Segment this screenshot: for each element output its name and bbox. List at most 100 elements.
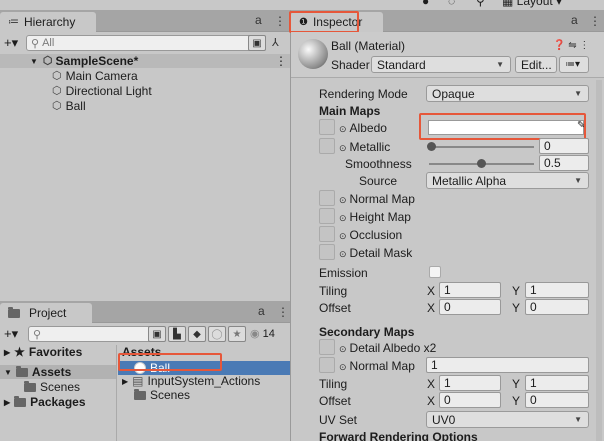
edit-shader-button[interactable]: Edit... (515, 56, 557, 73)
scene-menu-icon[interactable]: ⋮ (275, 54, 287, 68)
occlusion-texture-slot[interactable] (319, 226, 335, 242)
smoothness-value-field[interactable]: 0.5 (539, 155, 589, 171)
search-by-label-icon[interactable]: ▙ (168, 326, 186, 342)
smoothness-slider-knob[interactable] (477, 159, 486, 168)
create-button[interactable]: +▾ (4, 326, 18, 342)
search-by-type-icon[interactable]: ▣ (148, 326, 166, 342)
occlusion-label: Occlusion (349, 227, 403, 242)
label-filter-icon[interactable]: ◆ (188, 326, 206, 342)
secondary-normal-scale-field[interactable]: 1 (426, 357, 589, 373)
gameobject-icon: ⬡ (52, 69, 62, 82)
offset-x-field[interactable]: 0 (439, 299, 501, 315)
sidebar-item-scenes[interactable]: Scenes (0, 380, 116, 394)
secondary-maps-label: Secondary Maps (319, 324, 415, 339)
folder-icon (14, 395, 27, 407)
expand-icon[interactable]: ▶ (4, 348, 10, 357)
secondary-offset-y-field[interactable]: 0 (525, 392, 589, 408)
sidebar-item-packages[interactable]: ▶ Packages (0, 395, 116, 409)
hierarchy-item[interactable]: ⬡ Ball (0, 99, 292, 113)
tiling-y-field[interactable]: 1 (525, 282, 589, 298)
source-row: Source Metallic Alpha ▼ (319, 172, 589, 189)
settings-sliders-icon[interactable]: ⇋ (568, 40, 576, 51)
secondary-maps-header: Secondary Maps (319, 323, 588, 340)
tab-hierarchy[interactable]: ≔ Hierarchy (0, 12, 96, 32)
folder-icon (24, 380, 36, 392)
material-header-icons[interactable]: ❓ ⇋ ⋮ (553, 40, 589, 51)
hidden-packages-toggle[interactable]: ◉ 14 (250, 327, 275, 340)
favorite-star-icon[interactable]: ★ (228, 326, 246, 342)
detail-mask-texture-slot[interactable] (319, 244, 335, 260)
sort-icon[interactable]: ⅄ (272, 36, 279, 49)
metallic-slider-knob[interactable] (427, 142, 436, 151)
file-row-scenes[interactable]: Scenes (118, 388, 292, 402)
header-menu-icon[interactable]: ⋮ (579, 40, 589, 51)
sidebar-item-favorites[interactable]: ▶ ★ Favorites (0, 345, 116, 359)
metallic-texture-slot[interactable] (319, 138, 335, 154)
property-dot-icon: ⊙ (339, 248, 347, 259)
normal-map-texture-slot[interactable] (319, 190, 335, 206)
height-map-texture-slot[interactable] (319, 208, 335, 224)
hidden-count: 14 (262, 328, 275, 340)
rendering-mode-dropdown[interactable]: Opaque ▼ (426, 85, 589, 102)
metallic-slider-track[interactable] (429, 146, 534, 148)
height-map-label: Height Map (349, 209, 411, 224)
emission-checkbox[interactable] (429, 266, 441, 278)
metallic-value-field[interactable]: 0 (539, 138, 589, 154)
tiling-x-field[interactable]: 1 (439, 282, 501, 298)
lock-icon[interactable]: a (255, 13, 262, 27)
search-icon: ⚲ (33, 328, 42, 341)
source-dropdown[interactable]: Metallic Alpha ▼ (426, 172, 589, 189)
cloud-icon[interactable]: ◌ (448, 0, 455, 8)
sidebar-item-assets[interactable]: ▼ Assets (0, 365, 116, 379)
create-button[interactable]: +▾ (4, 35, 18, 51)
expand-icon[interactable]: ▶ (122, 377, 128, 386)
breadcrumb[interactable]: Assets (118, 345, 292, 359)
expand-icon[interactable]: ▼ (30, 57, 38, 66)
file-row-input-actions[interactable]: ▶ ▤ InputSystem_Actions (118, 374, 292, 388)
forward-rendering-header: Forward Rendering Options (319, 428, 588, 441)
secondary-tiling-y-field[interactable]: 1 (525, 375, 589, 391)
input-actions-icon: ▤ (132, 374, 144, 388)
lock-icon[interactable]: a (571, 13, 578, 27)
scene-filter-icon[interactable]: ▣ (248, 35, 266, 51)
secondary-tiling-x-field[interactable]: 1 (439, 375, 501, 391)
albedo-color-field[interactable] (428, 120, 584, 135)
secondary-offset-row: Offset X 0 Y 0 (319, 392, 589, 409)
inspector-scrollbar[interactable] (596, 80, 602, 441)
secondary-normal-texture-slot[interactable] (319, 357, 335, 373)
hierarchy-search-placeholder: All (42, 37, 55, 49)
hierarchy-search-input[interactable]: ⚲ All (26, 35, 266, 51)
expand-icon[interactable]: ▶ (4, 398, 10, 407)
account-icon[interactable]: ● (422, 0, 429, 8)
albedo-row: ⊙ Albedo ✎ (319, 119, 588, 136)
inspector-menu-icon[interactable]: ⋮ (589, 14, 601, 28)
hierarchy-menu-icon[interactable]: ⋮ (274, 14, 286, 28)
tab-inspector[interactable]: ❶ Inspector (291, 12, 383, 32)
shader-options-button[interactable]: ≔▾ (559, 56, 589, 73)
property-dot-icon: ⊙ (339, 142, 347, 153)
lock-icon[interactable]: a (258, 304, 265, 318)
star-icon: ★ (14, 345, 25, 359)
detail-albedo-texture-slot[interactable] (319, 339, 335, 355)
layout-dropdown[interactable]: ▦ Layout ▾ (502, 0, 562, 8)
log-icon[interactable]: ◯ (208, 326, 226, 342)
scene-row[interactable]: ▼ ⬡ SampleScene* ⋮ (0, 54, 292, 68)
hierarchy-item-label: Main Camera (65, 69, 138, 83)
project-menu-icon[interactable]: ⋮ (277, 305, 289, 319)
hierarchy-item[interactable]: ⬡ Directional Light (0, 84, 292, 98)
project-search-input[interactable]: ⚲ (28, 326, 163, 342)
shader-dropdown[interactable]: Standard ▼ (371, 56, 511, 73)
file-row-ball[interactable]: Ball (118, 361, 292, 375)
search-icon[interactable]: ⚲ (476, 0, 485, 8)
eyedropper-icon[interactable]: ✎ (577, 120, 585, 131)
uv-set-dropdown[interactable]: UV0 ▼ (426, 411, 589, 428)
albedo-texture-slot[interactable] (319, 119, 335, 135)
y-label: Y (512, 376, 521, 391)
tab-project[interactable]: Project (0, 303, 92, 323)
secondary-offset-x-field[interactable]: 0 (439, 392, 501, 408)
offset-y-field[interactable]: 0 (525, 299, 589, 315)
help-icon[interactable]: ❓ (553, 40, 565, 51)
expand-icon[interactable]: ▼ (4, 368, 12, 377)
material-header: Ball (Material) ❓ ⇋ ⋮ Shader Standard ▼ … (291, 32, 604, 78)
hierarchy-item[interactable]: ⬡ Main Camera (0, 69, 292, 83)
